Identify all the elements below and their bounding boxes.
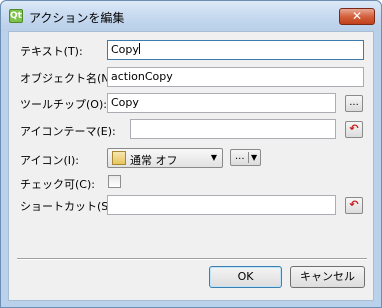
reset-icon: ↶: [349, 198, 359, 211]
tooltip-input[interactable]: Copy: [107, 93, 336, 113]
icon-theme-label: アイコンテーマ(E):: [20, 125, 116, 138]
tooltip-browse-button[interactable]: ...: [345, 95, 363, 112]
image-icon: [112, 151, 126, 165]
cancel-button[interactable]: キャンセル: [290, 266, 365, 288]
icon-theme-reset-button[interactable]: ↶: [345, 121, 363, 138]
dialog-body: テキスト(T): Copy オブジェクト名(N): actionCopy ツール…: [8, 31, 374, 301]
ellipsis-icon: ...: [235, 151, 245, 162]
app-icon: Qt: [9, 9, 23, 23]
icon-label: アイコン(I):: [20, 154, 79, 167]
icon-browse-split-button[interactable]: ... ▼: [230, 149, 261, 166]
icon-mode-value: 通常 オフ: [130, 154, 178, 167]
object-name-label: オブジェクト名(N):: [20, 72, 118, 85]
shortcut-label: ショートカット(S):: [20, 200, 117, 213]
checkable-checkbox[interactable]: [108, 175, 121, 188]
chevron-down-icon: ▼: [210, 153, 217, 162]
object-name-input[interactable]: actionCopy: [107, 67, 364, 87]
text-cursor: [138, 43, 140, 54]
dialog-title: アクションを編集: [29, 11, 125, 25]
text-label: テキスト(T):: [20, 45, 83, 58]
text-input[interactable]: Copy: [107, 40, 364, 60]
tooltip-label: ツールチップ(O):: [20, 98, 107, 111]
reset-icon: ↶: [349, 122, 359, 135]
checkable-label: チェック可(C):: [20, 178, 95, 191]
edit-action-dialog: Qt アクションを編集 ✕ テキスト(T): Copy オブジェクト名(N): …: [0, 0, 382, 308]
shortcut-reset-button[interactable]: ↶: [345, 197, 363, 214]
ellipsis-icon: ...: [349, 97, 359, 108]
button-divider: [17, 258, 367, 260]
chevron-down-icon: ▼: [251, 153, 258, 162]
shortcut-input[interactable]: [107, 195, 336, 215]
close-button[interactable]: ✕: [339, 8, 375, 25]
text-input-value: Copy: [111, 43, 139, 56]
icon-theme-input[interactable]: [130, 119, 336, 139]
ok-button[interactable]: OK: [209, 266, 282, 288]
icon-mode-combo[interactable]: 通常 オフ ▼: [107, 148, 223, 168]
split-separator: [248, 152, 249, 163]
close-icon: ✕: [351, 9, 363, 23]
title-bar[interactable]: Qt アクションを編集 ✕: [1, 1, 381, 31]
